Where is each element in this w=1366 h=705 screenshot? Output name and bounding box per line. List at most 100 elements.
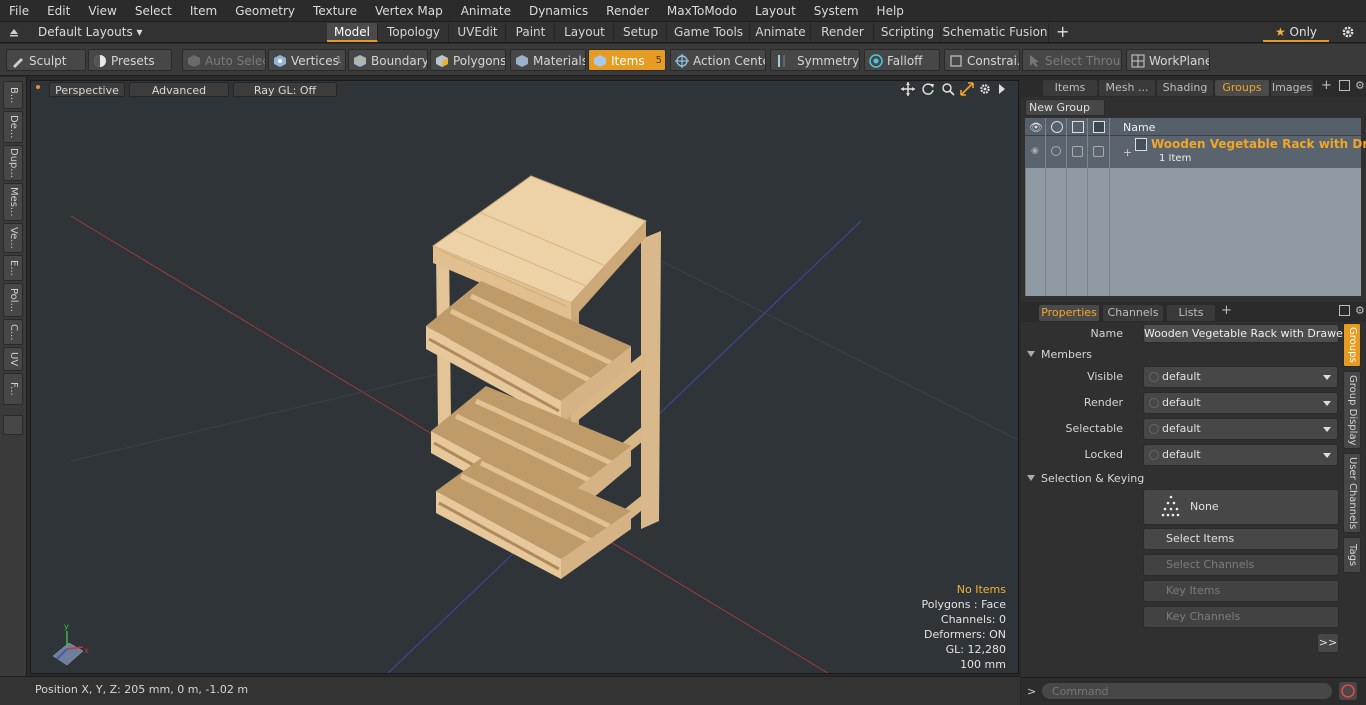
tab-groups[interactable]: Groups bbox=[1215, 80, 1269, 96]
record-button[interactable] bbox=[1339, 682, 1357, 700]
menu-texture[interactable]: Texture bbox=[304, 0, 366, 22]
select-through-button[interactable]: Select Through bbox=[1022, 49, 1122, 71]
polygons-button[interactable]: Polygons bbox=[430, 49, 506, 71]
menu-animate[interactable]: Animate bbox=[452, 0, 520, 22]
constraints-button[interactable]: Constrai... bbox=[944, 49, 1020, 71]
render-icon[interactable] bbox=[1051, 121, 1063, 133]
menu-layout[interactable]: Layout bbox=[746, 0, 805, 22]
left-tab-expand[interactable] bbox=[3, 415, 23, 435]
left-tab-vertex[interactable]: Ve... bbox=[3, 223, 23, 253]
menu-file[interactable]: File bbox=[0, 0, 38, 22]
3d-viewport[interactable]: y x Perspective Advanced Ray GL: Off No … bbox=[30, 80, 1019, 674]
left-tab-polygon[interactable]: Pol... bbox=[3, 283, 23, 317]
render-dropdown[interactable]: default bbox=[1143, 392, 1338, 414]
move-view-icon[interactable] bbox=[901, 82, 915, 96]
expand-plus-icon[interactable]: + bbox=[1123, 146, 1132, 159]
left-tab-basic[interactable]: B... bbox=[3, 81, 23, 109]
tab-shading[interactable]: Shading bbox=[1157, 80, 1213, 96]
auto-select-button[interactable]: Auto Select bbox=[182, 49, 266, 71]
menu-select[interactable]: Select bbox=[126, 0, 181, 22]
default-layouts-dropdown[interactable]: Default Layouts ▾ bbox=[38, 24, 143, 41]
menu-help[interactable]: Help bbox=[868, 0, 913, 22]
only-toggle[interactable]: ★ Only bbox=[1263, 23, 1329, 42]
visibility-eye-icon[interactable]: 👁 bbox=[1029, 121, 1043, 134]
menu-view[interactable]: View bbox=[79, 0, 125, 22]
menu-render[interactable]: Render bbox=[597, 0, 658, 22]
group-name-field[interactable]: Wooden Vegetable Rack with Drawers bbox=[1143, 324, 1353, 343]
tab-setup[interactable]: Setup bbox=[615, 23, 667, 42]
tab-uvedit[interactable]: UVEdit bbox=[450, 23, 506, 42]
vertices-button[interactable]: Vertices 1 bbox=[268, 49, 346, 71]
maximize-icon[interactable] bbox=[1339, 80, 1350, 91]
select-items-button[interactable]: Select Items bbox=[1143, 528, 1339, 550]
viewport-menu-dot[interactable] bbox=[36, 85, 40, 89]
new-group-button[interactable]: New Group bbox=[1025, 99, 1105, 116]
rotate-view-icon[interactable] bbox=[921, 82, 935, 96]
tab-game-tools[interactable]: Game Tools bbox=[668, 23, 750, 42]
side-tab-groups[interactable]: Groups bbox=[1343, 323, 1361, 367]
row-eye-icon[interactable]: ◉ bbox=[1031, 146, 1039, 156]
tab-topology[interactable]: Topology bbox=[379, 23, 449, 42]
left-tab-uv[interactable]: UV bbox=[3, 347, 23, 371]
tab-render[interactable]: Render bbox=[812, 23, 874, 42]
raygl-button[interactable]: Ray GL: Off bbox=[233, 82, 337, 97]
advanced-button[interactable]: Advanced bbox=[129, 82, 229, 97]
tab-properties[interactable]: Properties bbox=[1039, 305, 1099, 321]
materials-button[interactable]: Materials bbox=[510, 49, 586, 71]
visible-dropdown[interactable]: default bbox=[1143, 366, 1338, 388]
tab-paint[interactable]: Paint bbox=[507, 23, 555, 42]
group-row[interactable]: ◉ + Wooden Vegetable Rack with Dr ... 1 … bbox=[1025, 136, 1366, 168]
left-tab-edge[interactable]: E... bbox=[3, 255, 23, 281]
key-channels-button[interactable]: Key Channels bbox=[1143, 606, 1339, 628]
menu-geometry[interactable]: Geometry bbox=[226, 0, 304, 22]
zoom-view-icon[interactable] bbox=[941, 82, 955, 96]
fit-view-icon[interactable] bbox=[960, 82, 974, 96]
selectable-icon[interactable] bbox=[1072, 121, 1084, 133]
tab-animate[interactable]: Animate bbox=[751, 23, 811, 42]
left-tab-fusion[interactable]: F... bbox=[3, 373, 23, 405]
left-tab-deform[interactable]: De... bbox=[3, 111, 23, 143]
locked-icon[interactable] bbox=[1093, 121, 1105, 133]
menu-item[interactable]: Item bbox=[181, 0, 226, 22]
side-tab-tags[interactable]: Tags bbox=[1343, 537, 1361, 573]
locked-dropdown[interactable]: default bbox=[1143, 444, 1338, 466]
panel-gear-icon[interactable]: ⚙ bbox=[1355, 79, 1365, 92]
collapse-arrow-icon[interactable] bbox=[8, 25, 20, 37]
tab-lists[interactable]: Lists bbox=[1167, 305, 1215, 321]
tab-channels[interactable]: Channels bbox=[1103, 305, 1163, 321]
side-tab-group-display[interactable]: Group Display bbox=[1343, 371, 1361, 449]
viewport-gear-icon[interactable] bbox=[978, 82, 992, 96]
side-tab-user-channels[interactable]: User Channels bbox=[1343, 453, 1361, 533]
row-selectable-checkbox[interactable] bbox=[1072, 146, 1083, 157]
falloff-button[interactable]: Falloff bbox=[864, 49, 940, 71]
row-locked-checkbox[interactable] bbox=[1093, 146, 1104, 157]
left-tab-duplicate[interactable]: Dup... bbox=[3, 145, 23, 181]
gear-icon[interactable] bbox=[1340, 24, 1356, 40]
select-channels-button[interactable]: Select Channels bbox=[1143, 554, 1339, 576]
sculpt-button[interactable]: Sculpt bbox=[6, 49, 86, 71]
tab-images[interactable]: Images bbox=[1271, 80, 1313, 96]
add-tab-button[interactable]: + bbox=[1056, 22, 1069, 41]
tab-model[interactable]: Model bbox=[327, 23, 378, 42]
properties-maximize-icon[interactable] bbox=[1339, 305, 1350, 316]
workplane-button[interactable]: WorkPlane bbox=[1126, 49, 1210, 71]
play-arrow-icon[interactable] bbox=[997, 83, 1007, 95]
key-items-button[interactable]: Key Items bbox=[1143, 580, 1339, 602]
tab-scripting[interactable]: Scripting bbox=[875, 23, 941, 42]
tab-layout[interactable]: Layout bbox=[556, 23, 614, 42]
items-button[interactable]: Items 5 bbox=[588, 49, 666, 71]
command-input[interactable] bbox=[1041, 682, 1333, 700]
tab-items[interactable]: Items bbox=[1043, 80, 1097, 96]
boundary-button[interactable]: Boundary bbox=[348, 49, 428, 71]
properties-gear-icon[interactable]: ⚙ bbox=[1355, 304, 1365, 317]
row-render-icon[interactable] bbox=[1051, 146, 1061, 156]
menu-system[interactable]: System bbox=[805, 0, 868, 22]
tab-schematic-fusion[interactable]: Schematic Fusion bbox=[942, 23, 1049, 42]
selectable-dropdown[interactable]: default bbox=[1143, 418, 1338, 440]
menu-vertex-map[interactable]: Vertex Map bbox=[366, 0, 452, 22]
add-panel-tab-button[interactable]: + bbox=[1321, 78, 1332, 93]
members-section-header[interactable]: Members bbox=[1027, 348, 1092, 361]
menu-edit[interactable]: Edit bbox=[38, 0, 79, 22]
more-button[interactable]: >> bbox=[1317, 633, 1339, 653]
left-tab-mesh-edit[interactable]: Mes... bbox=[3, 183, 23, 221]
